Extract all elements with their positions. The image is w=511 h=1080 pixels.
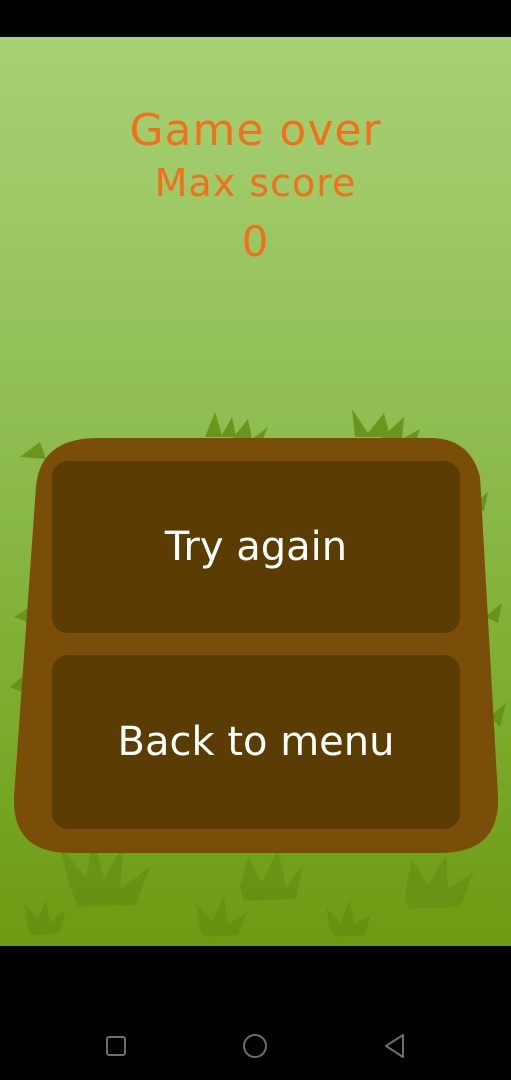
status-bar	[0, 0, 511, 37]
back-to-menu-button[interactable]: Back to menu	[52, 655, 460, 829]
try-again-button[interactable]: Try again	[52, 461, 460, 633]
circle-home-icon[interactable]	[241, 1032, 269, 1060]
navigation-bar	[0, 946, 511, 1080]
triangle-back-icon[interactable]	[382, 1032, 408, 1060]
game-screen: Game over Max score 0 Try again Back to …	[0, 37, 511, 946]
square-recents-icon[interactable]	[104, 1034, 128, 1058]
